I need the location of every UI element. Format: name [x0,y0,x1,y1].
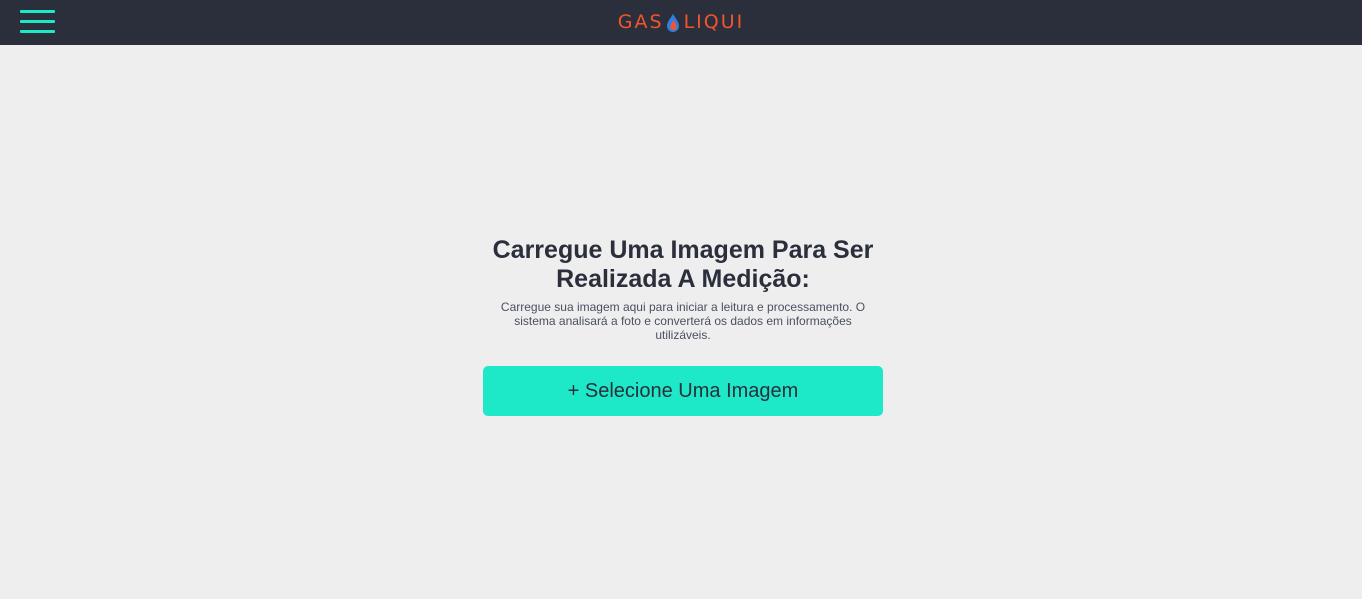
top-navigation-bar: GAS LIQUI [0,0,1362,45]
menu-line [20,10,55,13]
logo-text-left: GAS [617,11,664,33]
upload-description: Carregue sua imagem aqui para iniciar a … [500,300,866,342]
upload-panel: Carregue Uma Imagem Para Ser Realizada A… [483,236,883,416]
brand-logo: GAS LIQUI [0,0,1362,45]
logo-text-right: LIQUI [683,11,745,33]
menu-line [20,20,55,23]
page-title: Carregue Uma Imagem Para Ser Realizada A… [492,236,874,293]
select-image-button[interactable]: + Selecione Uma Imagem [483,366,883,416]
flame-drop-icon [666,13,679,32]
hamburger-menu-icon[interactable] [20,10,56,35]
menu-line [20,30,55,33]
